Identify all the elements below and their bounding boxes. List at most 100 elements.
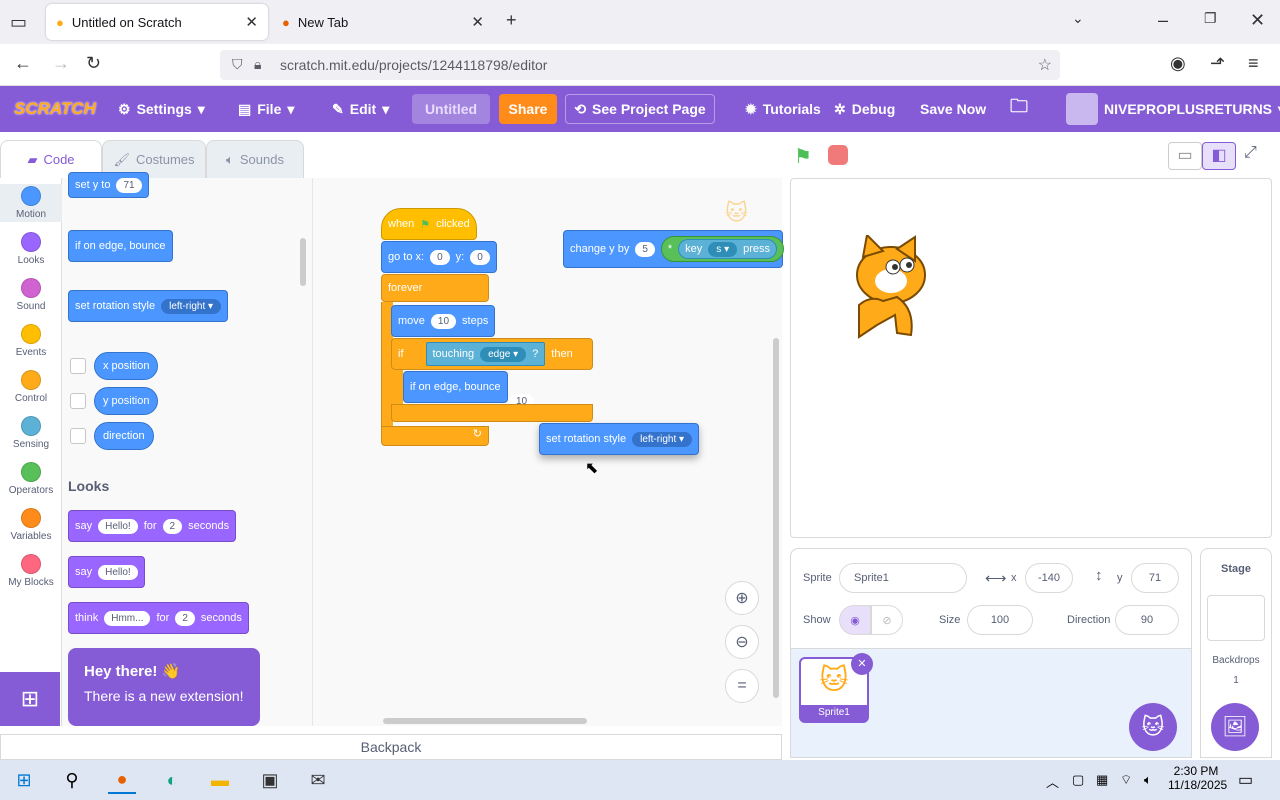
reload-icon[interactable]: ↻: [86, 53, 101, 74]
block-say[interactable]: say Hello!: [68, 556, 145, 588]
block-input[interactable]: 2: [162, 518, 183, 534]
category-operators[interactable]: Operators: [0, 462, 62, 496]
tab-scratch[interactable]: ● Untitled on Scratch ✕: [46, 4, 268, 40]
window-close-icon[interactable]: ✕: [1250, 10, 1265, 31]
back-icon[interactable]: ←: [14, 53, 32, 74]
block-when-flag-clicked[interactable]: when ⚑ clicked: [381, 208, 477, 240]
zoom-out-icon[interactable]: ⊖: [725, 625, 759, 659]
wifi-icon[interactable]: ⌔: [1120, 772, 1132, 788]
show-visible-icon[interactable]: ◉: [839, 605, 871, 635]
block-say-for-secs[interactable]: say Hello! for 2 seconds: [68, 510, 237, 542]
volume-icon[interactable]: 🔈︎: [1144, 772, 1152, 788]
settings-menu[interactable]: ⚙ Settings ▾: [118, 86, 205, 132]
menu-icon[interactable]: ≡: [1248, 53, 1259, 74]
block-forever[interactable]: forever: [381, 274, 489, 302]
firefox-taskbar-icon[interactable]: ●: [108, 766, 136, 794]
block-set-rotation-style-dragged[interactable]: set rotation style left-right ▾: [539, 423, 700, 455]
normal-stage-icon[interactable]: ◧: [1202, 142, 1236, 170]
block-move-steps[interactable]: move 10 steps: [391, 305, 496, 337]
tab-list-icon[interactable]: ▭: [10, 12, 27, 33]
add-extension-icon[interactable]: ⊞: [0, 672, 60, 726]
scratch-cat-sprite[interactable]: [841, 235, 941, 343]
search-icon[interactable]: ⚲: [58, 766, 86, 794]
direction-input[interactable]: 90: [1115, 605, 1179, 635]
project-title-input[interactable]: Untitled: [412, 94, 490, 124]
block-input[interactable]: 0: [430, 249, 450, 265]
block-if-then[interactable]: if touching edge ▾? then: [391, 338, 593, 370]
chevron-up-icon[interactable]: ︿: [1046, 772, 1059, 791]
xpos-checkbox[interactable]: [70, 358, 86, 374]
scratch-logo[interactable]: SCRATCH: [14, 86, 96, 132]
block-dropdown[interactable]: edge ▾: [480, 346, 527, 362]
store-icon[interactable]: ▣: [256, 766, 284, 794]
edge-taskbar-icon[interactable]: ◐: [158, 766, 186, 794]
block-input[interactable]: Hello!: [98, 518, 138, 534]
block-change-y[interactable]: change y by 5 * key s ▾ press: [563, 230, 785, 268]
windows-start-icon[interactable]: ⊞: [10, 766, 38, 794]
category-events[interactable]: Events: [0, 324, 62, 358]
block-multiply[interactable]: * key s ▾ press: [660, 236, 785, 262]
save-now-button[interactable]: Save Now: [920, 86, 986, 132]
maximize-icon[interactable]: ❐: [1204, 10, 1217, 27]
chevron-down-icon[interactable]: ⌄: [1072, 10, 1084, 27]
reporter-direction[interactable]: direction: [94, 422, 154, 450]
account-icon[interactable]: ◉: [1170, 53, 1186, 74]
add-backdrop-icon[interactable]: 🖼︎: [1211, 703, 1259, 751]
category-sensing[interactable]: Sensing: [0, 416, 62, 450]
account-menu[interactable]: NIVEPROPLUSRETURNS▾: [1066, 86, 1280, 132]
block-if-on-edge-bounce[interactable]: if on edge, bounce: [68, 230, 173, 262]
sprite-name-input[interactable]: Sprite1: [839, 563, 967, 593]
file-explorer-icon[interactable]: ▬: [206, 766, 234, 794]
minimize-icon[interactable]: –: [1158, 10, 1168, 31]
add-sprite-icon[interactable]: 🐱︎: [1129, 703, 1177, 751]
block-input[interactable]: Hello!: [98, 564, 138, 580]
block-set-y[interactable]: set y to 71: [68, 172, 149, 198]
tab-sounds[interactable]: 🔈︎ Sounds: [206, 140, 304, 178]
stage-canvas[interactable]: [790, 178, 1272, 538]
block-dropdown[interactable]: left-right ▾: [632, 431, 693, 447]
zoom-reset-icon[interactable]: =: [725, 669, 759, 703]
show-hidden-icon[interactable]: ⊘: [871, 605, 903, 635]
close-icon[interactable]: ✕: [471, 13, 484, 31]
meet-icon[interactable]: ▢: [1072, 772, 1084, 788]
stage-thumbnail[interactable]: [1207, 595, 1265, 641]
block-input[interactable]: 0: [470, 249, 490, 265]
category-my-blocks[interactable]: My Blocks: [0, 554, 62, 588]
star-icon[interactable]: ☆: [1038, 55, 1052, 75]
close-icon[interactable]: ✕: [245, 13, 258, 31]
category-motion[interactable]: Motion: [0, 184, 62, 222]
green-flag-icon[interactable]: ⚑: [794, 144, 812, 169]
block-go-to-xy[interactable]: go to x: 0 y: 0: [381, 241, 497, 273]
block-input[interactable]: 10: [430, 313, 457, 329]
backpack-bar[interactable]: Backpack: [0, 734, 782, 760]
mail-icon[interactable]: ✉: [304, 766, 332, 794]
category-sound[interactable]: Sound: [0, 278, 62, 312]
see-project-page-button[interactable]: ⟲ See Project Page: [565, 94, 715, 124]
block-think-for-secs[interactable]: think Hmm... for 2 seconds: [68, 602, 249, 634]
debug-button[interactable]: ✲ Debug: [834, 86, 895, 132]
share-button[interactable]: Share: [499, 94, 557, 124]
reporter-x-position[interactable]: x position: [94, 352, 159, 380]
forward-icon[interactable]: →: [52, 53, 70, 74]
delete-sprite-icon[interactable]: ✕: [851, 653, 873, 675]
block-input[interactable]: Hmm...: [104, 610, 151, 626]
y-input[interactable]: 71: [1131, 563, 1179, 593]
palette-scrollbar[interactable]: [300, 238, 306, 286]
category-variables[interactable]: Variables: [0, 508, 62, 542]
extensions-icon[interactable]: ⬏: [1210, 53, 1225, 74]
clock[interactable]: 2:30 PM 11/18/2025: [1168, 764, 1227, 792]
folder-icon[interactable]: 🗀: [1010, 86, 1028, 132]
block-input[interactable]: 71: [116, 177, 142, 193]
block-key-pressed[interactable]: key s ▾ press: [678, 239, 778, 259]
block-set-rotation-style[interactable]: set rotation style left-right ▾: [68, 290, 229, 322]
script-vertical-scrollbar[interactable]: [773, 338, 779, 698]
small-stage-icon[interactable]: ▭: [1168, 142, 1202, 170]
ypos-checkbox[interactable]: [70, 393, 86, 409]
size-input[interactable]: 100: [967, 605, 1033, 635]
edit-menu[interactable]: ✎ Edit ▾: [332, 86, 389, 132]
block-dropdown[interactable]: s ▾: [708, 241, 738, 257]
fullscreen-icon[interactable]: ⤢: [1244, 144, 1257, 162]
network-icon[interactable]: ▦: [1096, 772, 1108, 788]
block-input[interactable]: 5: [635, 241, 655, 257]
category-control[interactable]: Control: [0, 370, 62, 404]
